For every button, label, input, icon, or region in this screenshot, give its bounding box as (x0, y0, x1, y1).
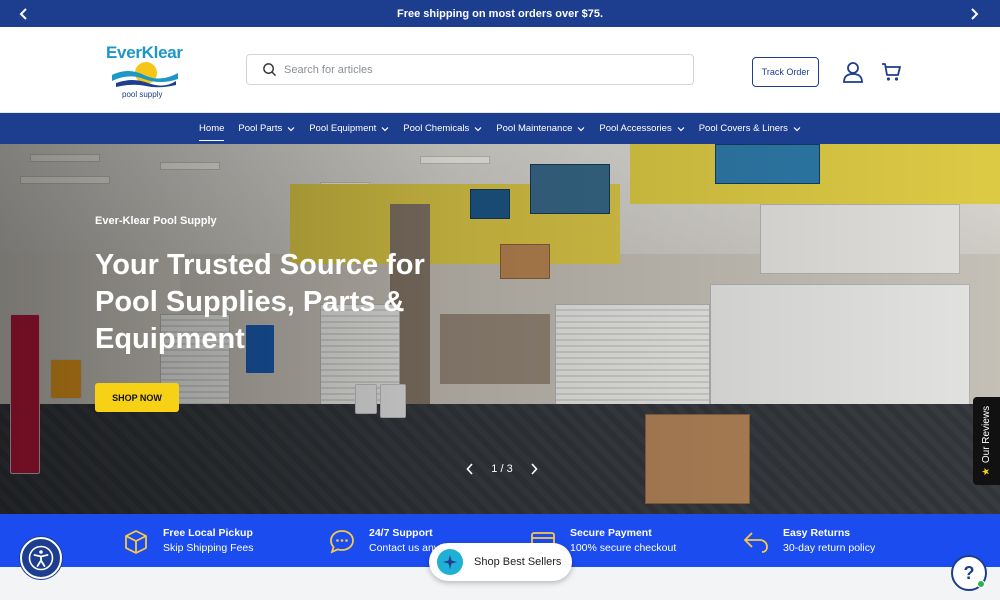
best-sellers-label: Shop Best Sellers (474, 556, 562, 568)
nav-item-label: Pool Equipment (309, 123, 377, 134)
nav-item-pool-accessories[interactable]: Pool Accessories (592, 113, 691, 144)
site-header: EverKlear pool supply Track Order (0, 27, 1000, 113)
help-button[interactable]: ? (951, 555, 987, 591)
nav-item-label: Pool Maintenance (496, 123, 573, 134)
chevron-left-icon (466, 463, 473, 475)
nav-item-label: Pool Accessories (599, 123, 672, 134)
next-slide-button[interactable] (524, 459, 544, 479)
chevron-down-icon (577, 126, 585, 131)
announcement-text: Free shipping on most orders over $75. (397, 7, 603, 20)
chevron-right-icon[interactable] (959, 0, 989, 27)
chevron-right-icon (531, 463, 538, 475)
feature-subtitle: 100% secure checkout (570, 542, 677, 554)
feature-title: Free Local Pickup (163, 527, 253, 539)
nav-item-pool-equipment[interactable]: Pool Equipment (302, 113, 396, 144)
nav-item-pool-parts[interactable]: Pool Parts (231, 113, 302, 144)
nav-item-pool-chemicals[interactable]: Pool Chemicals (396, 113, 489, 144)
sparkle-icon (437, 549, 463, 575)
nav-item-label: Home (199, 123, 225, 134)
logo-tagline: pool supply (122, 90, 163, 99)
prev-slide-button[interactable] (460, 459, 480, 479)
chevron-down-icon (474, 126, 482, 131)
hero-banner: Ever-Klear Pool Supply Your Trusted Sour… (0, 144, 1000, 514)
accessibility-icon (28, 545, 54, 571)
announcement-bar: Free shipping on most orders over $75. (0, 0, 1000, 27)
question-mark-icon: ? (963, 562, 975, 583)
track-order-button[interactable]: Track Order (752, 57, 819, 87)
box-icon (125, 530, 147, 554)
shop-best-sellers-button[interactable]: Shop Best Sellers (429, 543, 572, 581)
hero-kicker: Ever-Klear Pool Supply (95, 215, 217, 227)
reviews-tab-label: Our Reviews (981, 405, 992, 464)
feature-title: Easy Returns (783, 527, 851, 539)
chevron-down-icon (381, 126, 389, 131)
return-arrow-icon (744, 532, 768, 553)
feature-subtitle: Skip Shipping Fees (163, 542, 254, 554)
nav-item-label: Pool Chemicals (403, 123, 470, 134)
hero-headline: Your Trusted Source for Pool Supplies, P… (95, 249, 425, 355)
nav-item-label: Pool Parts (238, 123, 283, 134)
nav-item-pool-maintenance[interactable]: Pool Maintenance (489, 113, 592, 144)
feature-title: 24/7 Support (369, 527, 433, 539)
sun-wave-icon (112, 62, 178, 88)
slide-pager: 1 / 3 (460, 459, 544, 479)
online-status-dot (977, 580, 985, 588)
nav-item-pool-covers-liners[interactable]: Pool Covers & Liners (692, 113, 808, 144)
shop-now-button[interactable]: SHOP NOW (95, 383, 179, 412)
feature-easy-returns: Easy Returns 30-day return policy (742, 524, 875, 558)
user-icon[interactable] (842, 61, 864, 83)
logo[interactable]: EverKlear pool supply (104, 43, 184, 103)
chevron-left-icon[interactable] (9, 0, 39, 27)
search-icon (263, 63, 277, 77)
nav-item-label: Pool Covers & Liners (698, 123, 788, 134)
chevron-down-icon (287, 126, 295, 131)
chevron-down-icon (793, 126, 801, 131)
cart-icon[interactable] (881, 62, 901, 82)
search-input[interactable] (284, 63, 664, 76)
feature-title: Secure Payment (570, 527, 652, 539)
star-icon: ★ (981, 467, 992, 477)
chat-icon (330, 530, 354, 554)
chevron-down-icon (677, 126, 685, 131)
our-reviews-tab[interactable]: ★ Our Reviews (973, 397, 1000, 485)
slide-counter: 1 / 3 (491, 463, 513, 475)
nav-item-home[interactable]: Home (192, 113, 231, 144)
feature-free-local-pickup: Free Local Pickup Skip Shipping Fees (122, 524, 253, 558)
feature-subtitle: 30-day return policy (783, 542, 876, 554)
main-nav: Home Pool Parts Pool Equipment Pool Chem… (0, 113, 1000, 144)
accessibility-button[interactable] (20, 537, 62, 579)
search-bar[interactable] (246, 54, 694, 85)
